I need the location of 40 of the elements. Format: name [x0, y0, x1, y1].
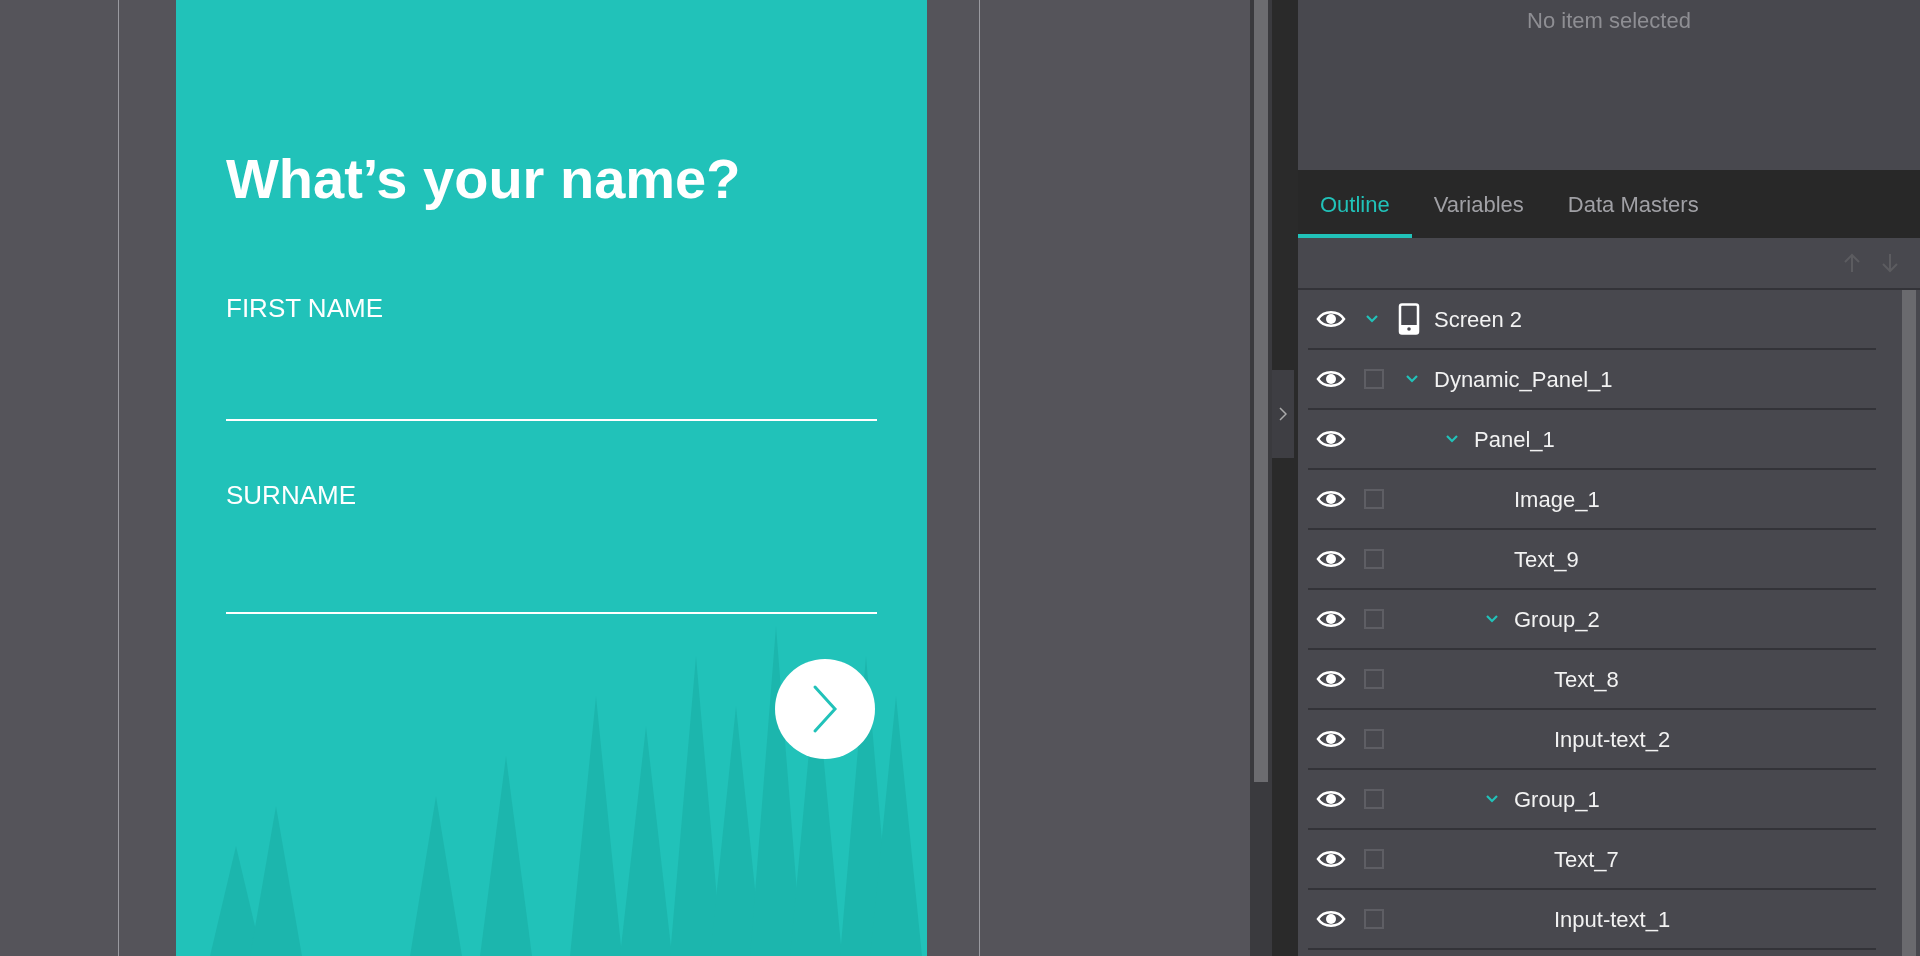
eye-icon[interactable]: [1316, 309, 1346, 329]
screen-title: What’s your name?: [226, 146, 742, 212]
chevron-down-icon[interactable]: [1404, 374, 1420, 384]
layer-name[interactable]: Group_2: [1514, 602, 1600, 636]
scrollbar-thumb[interactable]: [1254, 0, 1268, 782]
eye-icon[interactable]: [1316, 729, 1346, 749]
chevron-right-icon: [812, 684, 838, 734]
panel-tab[interactable]: Outline: [1298, 170, 1412, 238]
eye-icon[interactable]: [1316, 429, 1346, 449]
eye-icon[interactable]: [1316, 849, 1346, 869]
layer-name[interactable]: Input-text_2: [1554, 722, 1671, 756]
chevron-down-icon[interactable]: [1484, 614, 1500, 624]
layer-name[interactable]: Screen 2: [1434, 302, 1523, 336]
eye-icon[interactable]: [1316, 669, 1346, 689]
empty-message: No item selected: [1527, 7, 1691, 35]
layer-name[interactable]: Group_1: [1514, 782, 1600, 816]
eye-icon[interactable]: [1316, 609, 1346, 629]
chevron-down-icon[interactable]: [1364, 314, 1380, 324]
layer-name[interactable]: Text_8: [1554, 662, 1619, 696]
scrollbar-thumb[interactable]: [1902, 290, 1916, 956]
layer-name[interactable]: Image_1: [1514, 482, 1600, 516]
phone-icon: [1398, 303, 1420, 335]
field-label: FIRST NAME: [226, 292, 384, 324]
eye-icon[interactable]: [1316, 489, 1346, 509]
eye-icon[interactable]: [1316, 549, 1346, 569]
chevron-down-icon[interactable]: [1444, 434, 1460, 444]
layer-name[interactable]: Text_7: [1554, 842, 1619, 876]
field-label: SURNAME: [226, 479, 357, 511]
eye-icon[interactable]: [1316, 909, 1346, 929]
layer-name[interactable]: Panel_1: [1474, 422, 1555, 456]
eye-icon[interactable]: [1316, 789, 1346, 809]
layer-name[interactable]: Input-text_1: [1554, 902, 1671, 936]
layer-name[interactable]: Dynamic_Panel_1: [1434, 362, 1613, 396]
panel-tab[interactable]: Data Masters: [1545, 170, 1721, 238]
chevron-right-icon: [1279, 407, 1287, 421]
chevron-down-icon[interactable]: [1484, 794, 1500, 804]
panel-tab[interactable]: Variables: [1411, 170, 1546, 238]
collapse-handle[interactable]: [1272, 370, 1294, 458]
layer-name[interactable]: Text_9: [1514, 542, 1579, 576]
eye-icon[interactable]: [1316, 369, 1346, 389]
